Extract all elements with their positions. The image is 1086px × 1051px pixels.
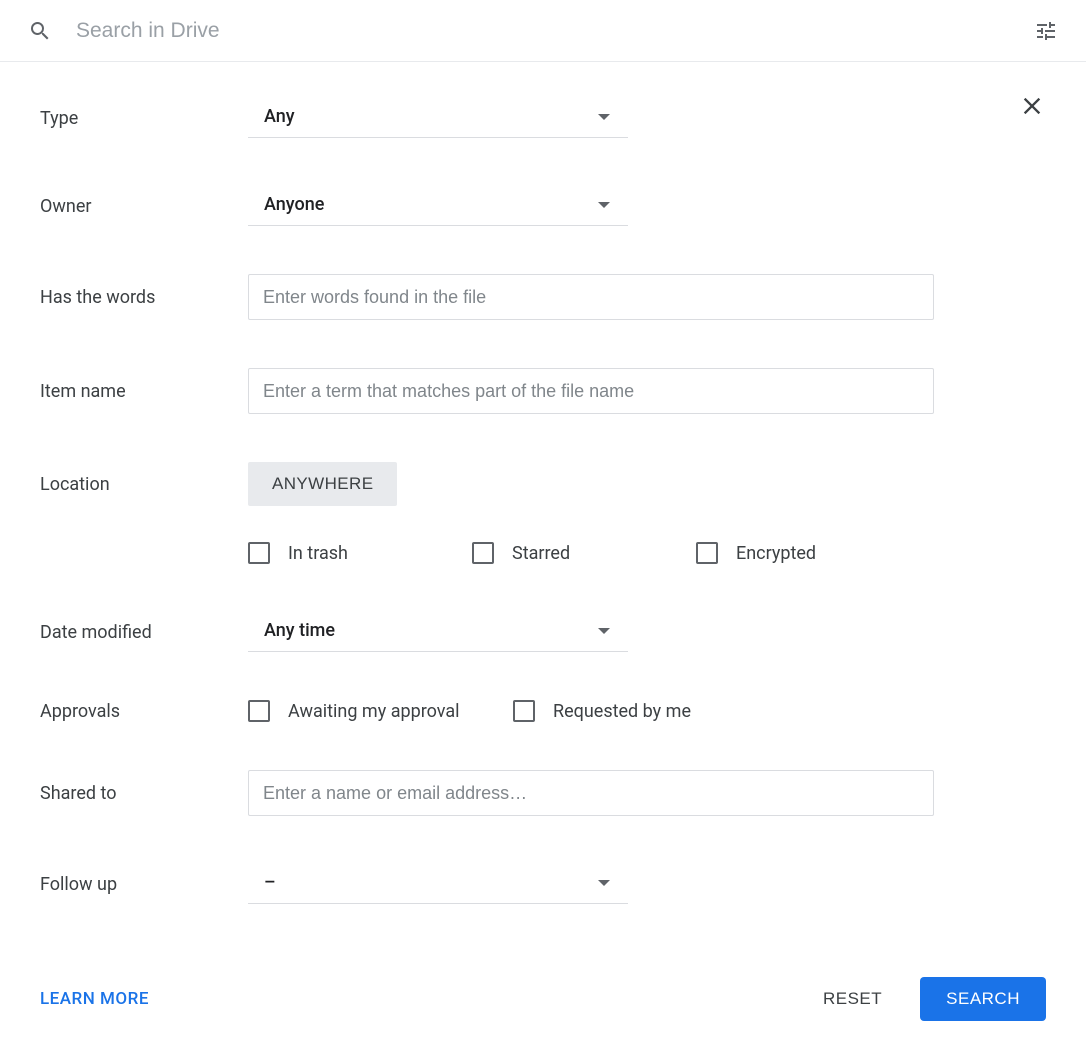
owner-value: Anyone (264, 194, 324, 215)
owner-label: Owner (40, 196, 248, 217)
owner-row: Owner Anyone (40, 186, 1046, 226)
shared-to-row: Shared to (40, 770, 1046, 816)
item-name-label: Item name (40, 381, 248, 402)
checkbox-icon (513, 700, 535, 722)
awaiting-approval-checkbox[interactable]: Awaiting my approval (248, 700, 513, 722)
advanced-search-panel: Type Any Owner Anyone Has the words Item… (0, 62, 1086, 1051)
chevron-down-icon (598, 114, 610, 120)
type-value: Any (264, 106, 295, 127)
encrypted-checkbox[interactable]: Encrypted (696, 542, 920, 564)
has-words-row: Has the words (40, 274, 1046, 320)
awaiting-approval-label: Awaiting my approval (288, 701, 460, 722)
chevron-down-icon (598, 880, 610, 886)
starred-label: Starred (512, 543, 570, 564)
has-words-label: Has the words (40, 287, 248, 308)
approvals-row: Approvals Awaiting my approval Requested… (40, 700, 1046, 722)
owner-dropdown[interactable]: Anyone (248, 186, 628, 226)
in-trash-label: In trash (288, 543, 348, 564)
location-label: Location (40, 474, 248, 495)
approvals-checkbox-group: Awaiting my approval Requested by me (248, 700, 778, 722)
close-button[interactable] (1018, 92, 1046, 120)
in-trash-checkbox[interactable]: In trash (248, 542, 472, 564)
date-modified-row: Date modified Any time (40, 612, 1046, 652)
starred-checkbox[interactable]: Starred (472, 542, 696, 564)
search-input[interactable] (76, 19, 1034, 43)
footer: Learn more Reset Search (40, 957, 1046, 1021)
location-checkbox-group: In trash Starred Encrypted (248, 542, 920, 564)
has-words-input[interactable] (248, 274, 934, 320)
follow-up-dropdown[interactable]: – (248, 864, 628, 904)
type-dropdown[interactable]: Any (248, 98, 628, 138)
type-row: Type Any (40, 98, 1046, 138)
encrypted-label: Encrypted (736, 543, 816, 564)
chevron-down-icon (598, 628, 610, 634)
search-bar (0, 0, 1086, 62)
location-chip[interactable]: ANYWHERE (248, 462, 397, 506)
shared-to-input[interactable] (248, 770, 934, 816)
location-checkboxes-row: In trash Starred Encrypted (40, 542, 1046, 564)
checkbox-icon (696, 542, 718, 564)
type-label: Type (40, 108, 248, 129)
date-modified-label: Date modified (40, 622, 248, 643)
reset-button[interactable]: Reset (797, 977, 908, 1021)
follow-up-row: Follow up – (40, 864, 1046, 904)
checkbox-icon (248, 542, 270, 564)
tune-icon[interactable] (1034, 19, 1058, 43)
follow-up-value: – (264, 872, 276, 893)
search-button[interactable]: Search (920, 977, 1046, 1021)
item-name-input[interactable] (248, 368, 934, 414)
chevron-down-icon (598, 202, 610, 208)
date-modified-dropdown[interactable]: Any time (248, 612, 628, 652)
follow-up-label: Follow up (40, 874, 248, 895)
checkbox-icon (472, 542, 494, 564)
requested-by-me-checkbox[interactable]: Requested by me (513, 700, 778, 722)
search-icon (28, 19, 52, 43)
checkbox-icon (248, 700, 270, 722)
requested-by-me-label: Requested by me (553, 701, 691, 722)
learn-more-link[interactable]: Learn more (40, 989, 149, 1009)
date-modified-value: Any time (264, 620, 335, 641)
approvals-label: Approvals (40, 701, 248, 722)
item-name-row: Item name (40, 368, 1046, 414)
shared-to-label: Shared to (40, 783, 248, 804)
location-row: Location ANYWHERE (40, 462, 1046, 506)
